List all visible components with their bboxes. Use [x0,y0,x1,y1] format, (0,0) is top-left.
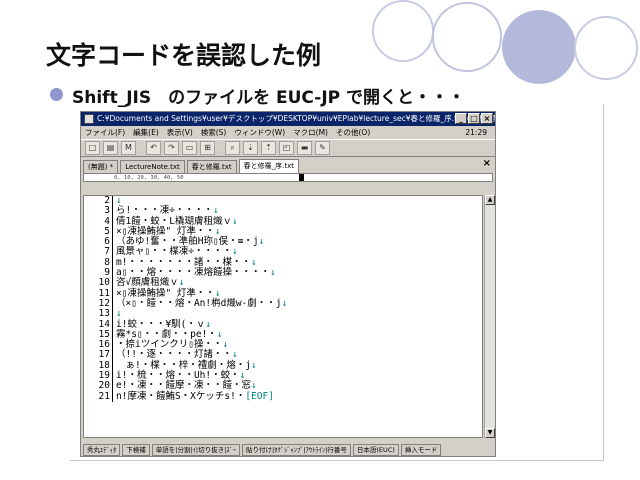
decorative-circle [502,10,576,84]
toolbar: □ ▤ M ↶ ↷ ▭ ⊞ ⌕ ⇣ ⇡ ◰ ▬ ✎ [81,139,495,157]
line-number: 21 [98,390,110,402]
scroll-up-icon[interactable]: ▲ [485,195,495,205]
menubar: ファイル(F) 編集(E) 表示(V) 検索(S) ウィンドウ(W) マクロ(M… [81,126,495,139]
minimize-button[interactable]: _ [455,113,467,124]
tab-haru-to-shura-jo[interactable]: 春と修羅_序.txt [238,159,299,173]
ruler-cursor-mark [299,174,304,181]
newline-marker: ↓ [269,267,276,279]
status-tools[interactable]: 単語を|分割|ｲ|切り抜き|ｽﾞｰ [151,444,241,456]
tabbar: (無題) * LectureNote.txt 春と修羅.txt 春と修羅_序.t… [81,157,495,173]
text-line: 12 （×▯・饐・・熔・An!栴d熾w-劇・・j ↓ [84,297,482,310]
newline-marker: ↓ [231,215,238,227]
newline-marker: ↓ [250,359,257,371]
open-file-button[interactable]: ▤ [103,141,118,155]
column-ruler: 0, 10, 20, 30, 40, 50 [83,173,493,182]
search-down-button[interactable]: ⇣ [243,141,258,155]
vertical-scrollbar[interactable]: ▲ ▼ [484,195,495,438]
window-controls: _ □ × [455,113,493,124]
app-icon [84,114,94,124]
split-button[interactable]: ▬ [297,141,312,155]
line-text: （×▯・饐・・熔・An!栴d熾w-劇・・j [116,297,282,309]
menu-search[interactable]: 検索(S) [201,126,227,139]
macro-button[interactable]: M [121,141,136,155]
status-search: 下検補 [122,444,150,456]
line-text: n!摩凍・饐鮪S・Xケッチs!・ [116,390,246,402]
menu-edit[interactable]: 編集(E) [133,126,159,139]
tab-untitled[interactable]: (無題) * [83,160,119,173]
window-titlebar[interactable]: C:¥Documents and Settings¥user¥デスクトップ¥DE… [81,112,495,126]
search-button[interactable]: ⌕ [225,141,240,155]
cut-button[interactable]: ▭ [182,141,197,155]
menu-macro[interactable]: マクロ(M) [293,126,328,139]
window-button[interactable]: ◰ [279,141,294,155]
ruler-labels: 0, 10, 20, 30, 40, 50 [114,175,184,181]
search-up-button[interactable]: ⇡ [261,141,276,155]
frame-divider [603,104,604,460]
clock: 21:29 [465,128,487,137]
tab-lecturenote[interactable]: LectureNote.txt [120,160,185,173]
newline-marker: ↓ [281,297,288,309]
menu-window[interactable]: ウィンドウ(W) [234,126,285,139]
edit-button[interactable]: ✎ [315,141,330,155]
decorative-circle [574,16,638,80]
redo-button[interactable]: ↷ [164,141,179,155]
bullet-dot-icon [50,88,63,101]
window-title: C:¥Documents and Settings¥user¥デスクトップ¥DE… [97,114,495,123]
menu-view[interactable]: 表示(V) [167,126,193,139]
close-button[interactable]: × [481,113,493,124]
decorative-circle [372,0,434,62]
scroll-down-icon[interactable]: ▼ [485,428,495,438]
text-line: 21 n!摩凍・饐鮪S・Xケッチs!・ [EOF] [84,390,482,402]
status-insert-mode: 挿入モード [400,444,442,456]
menu-file[interactable]: ファイル(F) [85,126,125,139]
editor-window: C:¥Documents and Settings¥user¥デスクトップ¥DE… [80,111,496,457]
statusbar: 秀丸ｴﾃﾞｨﾀ 下検補 単語を|分割|ｲ|切り抜き|ｽﾞｰ 貼り付け|ﾀｸﾞｼﾞ… [81,444,495,456]
new-file-button[interactable]: □ [85,141,100,155]
text-edit-area[interactable]: 2 ↓ 3 ら!・・・凍÷・・・・ ↓ 4 倩1饐・蛟・L橇瑚膚租熾ｖ ↓ 5 ×▯凍操鮪操" 灯… [83,195,483,438]
maximize-button[interactable]: □ [468,113,480,124]
eof-marker: [EOF] [245,390,274,402]
status-tools-2[interactable]: 貼り付け|ﾀｸﾞｼﾞｬﾝﾌﾟ|ｱｳﾄﾗｲﾝ|行番号 [242,444,351,456]
tab-haru-to-shura[interactable]: 春と修羅.txt [186,160,237,173]
paste-button[interactable]: ⊞ [200,141,215,155]
undo-button[interactable]: ↶ [146,141,161,155]
slide-title: 文字コードを誤認した例 [46,41,322,70]
frame-divider [70,460,604,461]
newline-marker: ↓ [258,236,265,248]
decorative-circle [432,2,502,72]
status-encoding[interactable]: 日本語(EUC) [352,444,399,456]
menu-other[interactable]: その他(O) [336,126,370,139]
close-tab-icon[interactable]: × [483,158,491,169]
bullet-text: Shift_JIS のファイルを EUC-JP で開くと・・・ [72,88,466,108]
status-app: 秀丸ｴﾃﾞｨﾀ [83,444,121,456]
